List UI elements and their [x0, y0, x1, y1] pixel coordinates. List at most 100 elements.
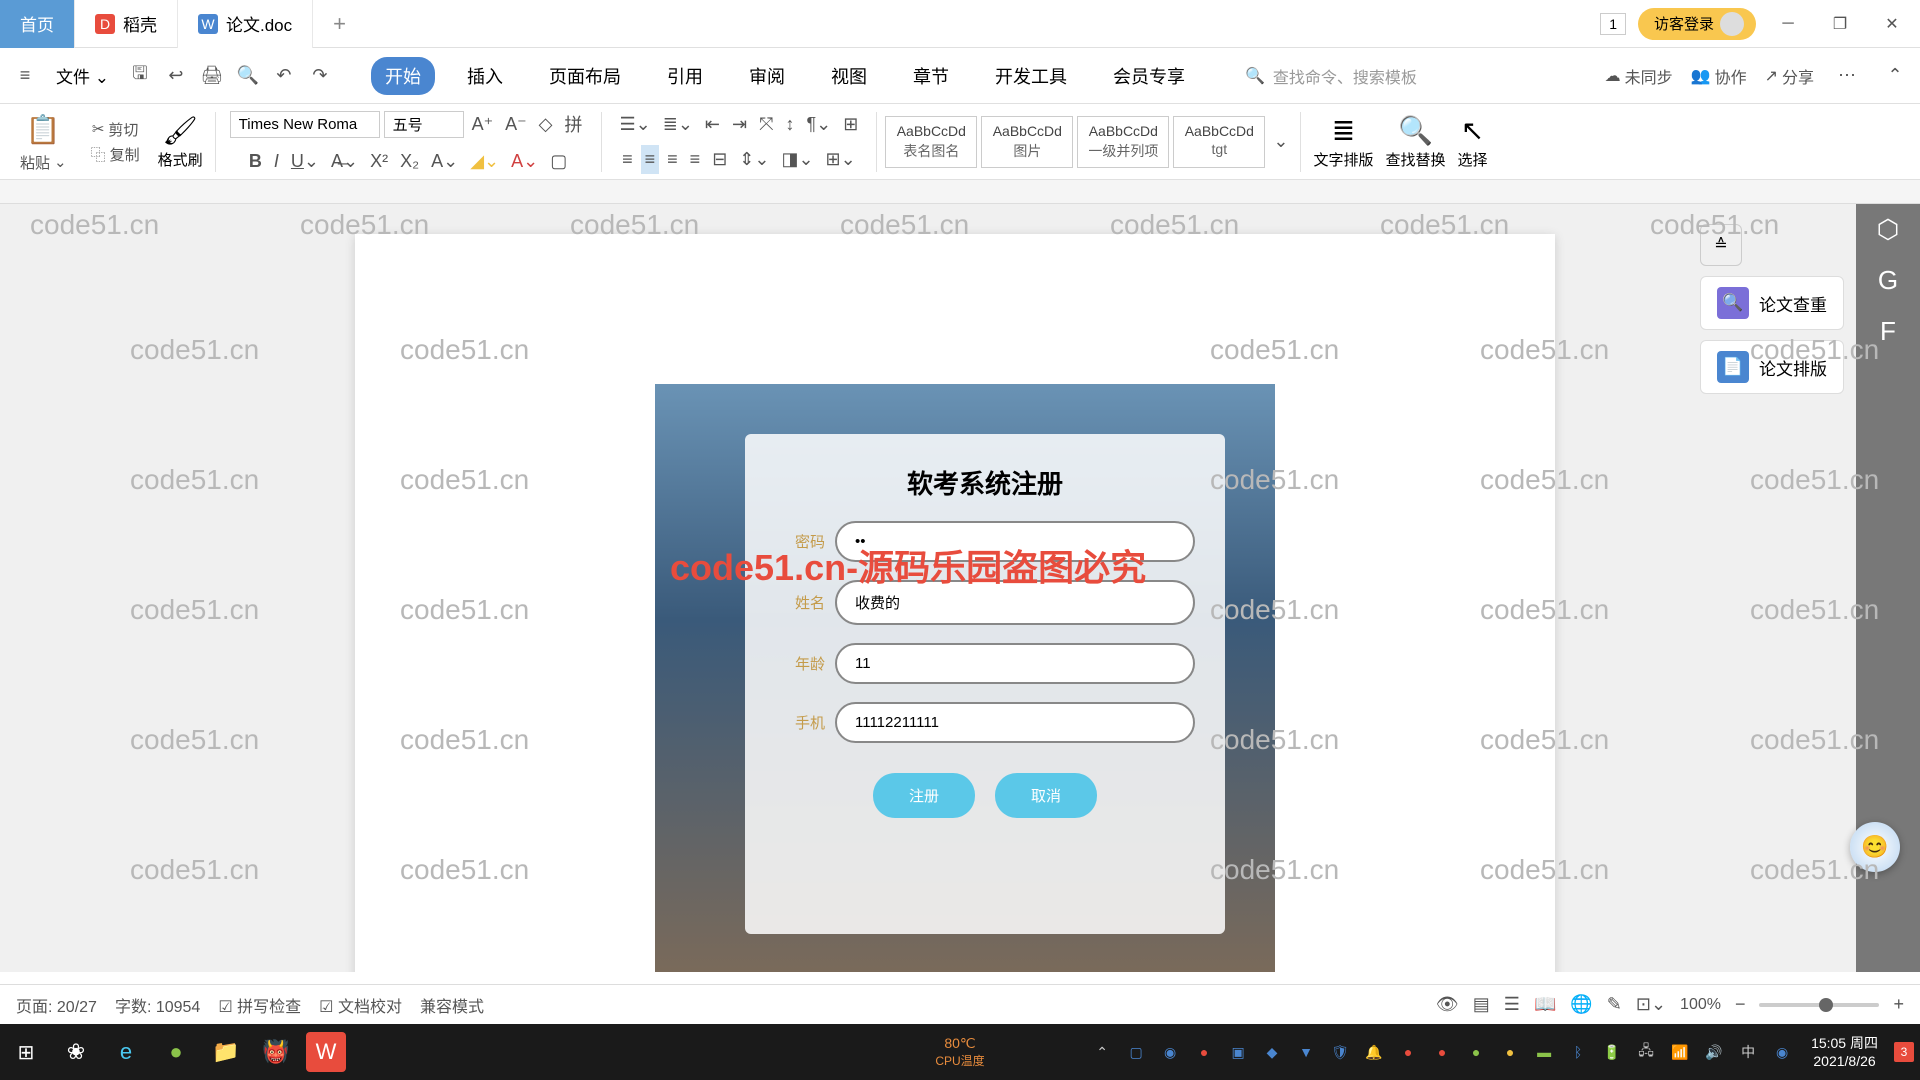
tray-icon-1[interactable]: ▢: [1123, 1039, 1149, 1065]
file-menu[interactable]: 文件 ⌄: [46, 59, 119, 92]
style-4[interactable]: AaBbCcDdtgt: [1173, 116, 1265, 168]
tray-icon-5[interactable]: ◆: [1259, 1039, 1285, 1065]
subscript-icon[interactable]: X₂: [396, 147, 423, 176]
line-spacing-icon[interactable]: ⇕⌄: [735, 145, 773, 174]
start-button[interactable]: ⊞: [6, 1032, 46, 1072]
tray-wifi-icon[interactable]: 📶: [1667, 1039, 1693, 1065]
command-search[interactable]: 🔍 查找命令、搜索模板: [1245, 64, 1417, 88]
collapse-icon[interactable]: ⌃: [1880, 61, 1910, 91]
format-painter-button[interactable]: 🖌 格式刷: [154, 114, 207, 170]
proofread-toggle[interactable]: ☑ 文档校对: [319, 993, 402, 1017]
find-replace-button[interactable]: 🔍查找替换: [1381, 114, 1449, 170]
paper-typeset-button[interactable]: 📄 论文排版: [1700, 340, 1844, 394]
save-icon[interactable]: 🖫: [125, 61, 155, 91]
tray-shield-icon[interactable]: 🛡: [1327, 1039, 1353, 1065]
cut-button[interactable]: ✂剪切: [88, 117, 143, 142]
read-view-icon[interactable]: 📖: [1534, 994, 1556, 1015]
text-effect-icon[interactable]: A⌄: [427, 147, 462, 176]
menu-tab-chapter[interactable]: 章节: [899, 57, 963, 95]
tray-icon-3[interactable]: ●: [1191, 1039, 1217, 1065]
right-tool-f[interactable]: F: [1880, 316, 1896, 347]
guest-login-button[interactable]: 访客登录: [1638, 8, 1756, 40]
tray-icon-6[interactable]: ▼: [1293, 1039, 1319, 1065]
embedded-image[interactable]: 软考系统注册 密码 •• 姓名 收费的 年龄 11 手机 11112211111: [655, 384, 1275, 972]
tab-home[interactable]: 首页: [0, 0, 75, 48]
char-border-icon[interactable]: ▢: [546, 147, 571, 176]
tab-daoke[interactable]: D 稻壳: [75, 0, 178, 48]
superscript-icon[interactable]: X²: [366, 147, 392, 176]
bold-icon[interactable]: B: [245, 147, 266, 176]
outline-view-icon[interactable]: ☰: [1504, 994, 1520, 1015]
undo-icon[interactable]: ↶: [269, 61, 299, 91]
increase-indent-icon[interactable]: ⇥: [728, 110, 751, 139]
tray-icon-7[interactable]: ●: [1395, 1039, 1421, 1065]
menu-tab-start[interactable]: 开始: [371, 57, 435, 95]
zoom-out-button[interactable]: −: [1735, 994, 1746, 1015]
tray-icon-10[interactable]: ●: [1497, 1039, 1523, 1065]
menu-tab-reference[interactable]: 引用: [653, 57, 717, 95]
clear-format-icon[interactable]: ◇: [535, 110, 557, 139]
menu-tab-insert[interactable]: 插入: [453, 57, 517, 95]
increase-font-icon[interactable]: A⁺: [468, 110, 498, 139]
ink-icon[interactable]: ✎: [1607, 994, 1622, 1015]
tray-battery-icon[interactable]: 🔋: [1599, 1039, 1625, 1065]
align-center-icon[interactable]: ≡: [641, 145, 660, 174]
style-1[interactable]: AaBbCcDd表名图名: [885, 116, 977, 168]
page-view-icon[interactable]: ▤: [1473, 994, 1490, 1015]
taskbar-app-1[interactable]: ❀: [56, 1032, 96, 1072]
tray-chevron[interactable]: ⌃: [1089, 1039, 1115, 1065]
zoom-in-button[interactable]: +: [1893, 994, 1904, 1015]
highlight-icon[interactable]: ◢⌄: [466, 147, 503, 176]
text-layout-button[interactable]: ≣文字排版: [1309, 114, 1377, 170]
tray-icon-11[interactable]: ▬: [1531, 1039, 1557, 1065]
menu-tab-review[interactable]: 审阅: [735, 57, 799, 95]
tray-bell-icon[interactable]: 🔔: [1361, 1039, 1387, 1065]
font-size-select[interactable]: [384, 111, 464, 138]
menu-tab-devtools[interactable]: 开发工具: [981, 57, 1081, 95]
collab-button[interactable]: 👥协作: [1691, 64, 1747, 88]
asian-layout-icon[interactable]: ⤧: [755, 110, 777, 139]
floating-assistant[interactable]: 😊: [1850, 822, 1900, 872]
taskbar-ie[interactable]: e: [106, 1032, 146, 1072]
ruler[interactable]: [0, 180, 1920, 204]
menu-icon[interactable]: ≡: [10, 61, 40, 91]
zoom-value[interactable]: 100%: [1680, 996, 1721, 1014]
side-toggle-button[interactable]: ≙: [1700, 224, 1742, 266]
tray-ime-icon[interactable]: 中: [1735, 1039, 1761, 1065]
sync-status[interactable]: ☁未同步: [1605, 64, 1673, 88]
eye-icon[interactable]: 👁: [1436, 994, 1459, 1015]
menu-tab-member[interactable]: 会员专享: [1099, 57, 1199, 95]
window-count[interactable]: 1: [1600, 13, 1626, 35]
shading-icon[interactable]: ◨⌄: [777, 145, 817, 174]
styles-more-icon[interactable]: ⌄: [1269, 127, 1292, 156]
underline-icon[interactable]: U⌄: [287, 147, 323, 176]
tray-volume-icon[interactable]: 🔊: [1701, 1039, 1727, 1065]
fit-icon[interactable]: ⊡⌄: [1636, 994, 1666, 1015]
tray-bluetooth-icon[interactable]: ᛒ: [1565, 1039, 1591, 1065]
more-icon[interactable]: ⋯: [1832, 61, 1862, 91]
minimize-button[interactable]: ─: [1768, 4, 1808, 44]
numbering-icon[interactable]: ≣⌄: [659, 110, 697, 139]
font-color-icon[interactable]: A⌄: [507, 147, 542, 176]
taskbar-explorer[interactable]: 📁: [206, 1032, 246, 1072]
right-tool-g[interactable]: G: [1878, 265, 1898, 296]
phonetic-icon[interactable]: 拼: [561, 107, 587, 141]
para-mark-icon[interactable]: ¶⌄: [803, 110, 836, 139]
tray-icon-9[interactable]: ●: [1463, 1039, 1489, 1065]
right-tool-1[interactable]: ⬡: [1877, 214, 1900, 245]
taskbar-browser[interactable]: ●: [156, 1032, 196, 1072]
back-icon[interactable]: ↩: [161, 61, 191, 91]
tab-add-button[interactable]: +: [313, 11, 366, 37]
tray-icon-12[interactable]: ◉: [1769, 1039, 1795, 1065]
font-name-select[interactable]: [230, 111, 380, 138]
strikethrough-icon[interactable]: A̶⌄: [327, 147, 362, 176]
select-button[interactable]: ↖选择: [1453, 114, 1491, 170]
notification-button[interactable]: 3: [1894, 1042, 1914, 1062]
sort-icon[interactable]: ↕: [782, 110, 799, 139]
cpu-temp[interactable]: 80℃ CPU温度: [935, 1035, 984, 1069]
menu-tab-view[interactable]: 视图: [817, 57, 881, 95]
tray-icon-2[interactable]: ◉: [1157, 1039, 1183, 1065]
taskbar-wps[interactable]: W: [306, 1032, 346, 1072]
paste-button[interactable]: 粘贴⌄: [16, 150, 71, 175]
decrease-indent-icon[interactable]: ⇤: [701, 110, 724, 139]
